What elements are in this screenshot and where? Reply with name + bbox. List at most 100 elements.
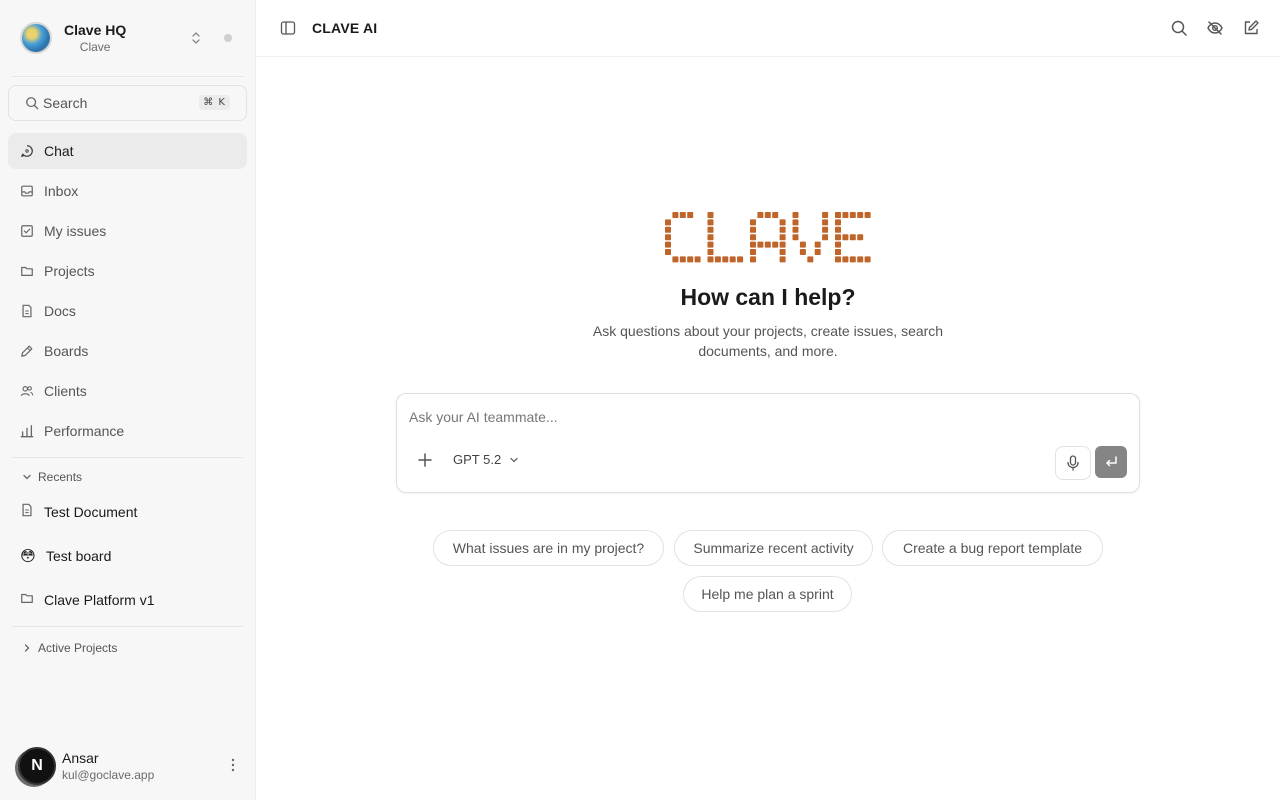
logo-block bbox=[814, 241, 821, 248]
user-profile[interactable]: N Ansar kul@goclave.app bbox=[0, 732, 255, 800]
logo-block bbox=[750, 256, 756, 263]
recent-item-label: Clave Platform v1 bbox=[44, 592, 155, 608]
sidebar-item-label: My issues bbox=[44, 223, 107, 239]
logo-block bbox=[772, 241, 779, 248]
sidebar-item-label: Chat bbox=[44, 143, 74, 159]
recent-item-test-document[interactable]: Test Document bbox=[8, 494, 247, 530]
logo-block bbox=[842, 212, 849, 218]
divider bbox=[12, 457, 243, 458]
sidebar-item-label: Clients bbox=[44, 383, 87, 399]
chat-input[interactable] bbox=[409, 406, 1109, 428]
plus-icon[interactable] bbox=[415, 450, 435, 470]
logo-block bbox=[857, 212, 864, 218]
send-button[interactable] bbox=[1095, 446, 1127, 478]
suggestion-chip[interactable]: Summarize recent activity bbox=[674, 530, 873, 566]
logo-block bbox=[707, 234, 714, 241]
recent-item-label: Test Document bbox=[44, 504, 138, 520]
logo-block bbox=[707, 226, 714, 233]
sidebar-item-performance[interactable]: Performance bbox=[8, 413, 247, 449]
microphone-icon bbox=[1067, 455, 1079, 471]
logo-block bbox=[835, 226, 841, 233]
logo-block bbox=[707, 212, 714, 218]
sidebar-item-boards[interactable]: Boards bbox=[8, 333, 247, 369]
page-title: CLAVE AI bbox=[312, 20, 378, 36]
logo-block bbox=[814, 249, 821, 255]
logo-block bbox=[750, 226, 756, 233]
suggestion-chip[interactable]: What issues are in my project? bbox=[433, 530, 664, 566]
logo-block bbox=[822, 212, 829, 218]
logo-block bbox=[694, 256, 701, 263]
logo-block bbox=[822, 234, 829, 241]
logo-block bbox=[857, 256, 864, 263]
search-bar[interactable]: Search ⌘ K bbox=[8, 85, 247, 121]
workspace-switcher[interactable]: Clave HQ Clave bbox=[0, 0, 255, 76]
sidebar-item-label: Inbox bbox=[44, 183, 79, 199]
logo-block bbox=[665, 234, 671, 241]
sidebar-item-label: Docs bbox=[44, 303, 76, 319]
sidebar-item-clients[interactable]: Clients bbox=[8, 373, 247, 409]
chevron-down-icon bbox=[510, 457, 518, 462]
logo-block bbox=[687, 212, 694, 218]
recent-item-test-board[interactable]: 😳 Test board bbox=[8, 538, 247, 574]
logo-block bbox=[750, 234, 756, 241]
chat-composer: GPT 5.2 bbox=[396, 393, 1140, 493]
logo-block bbox=[792, 226, 799, 233]
active-projects-title: Active Projects bbox=[38, 641, 118, 655]
active-projects-section-header[interactable]: Active Projects bbox=[0, 635, 255, 661]
logo-block bbox=[772, 212, 779, 218]
sidebar-item-label: Projects bbox=[44, 263, 95, 279]
pen-icon bbox=[20, 344, 34, 358]
logo-block bbox=[707, 219, 714, 226]
hero: How can I help? Ask questions about your… bbox=[256, 210, 1280, 361]
logo-block bbox=[864, 256, 871, 263]
logo-block bbox=[764, 212, 771, 218]
sidebar-item-inbox[interactable]: Inbox bbox=[8, 173, 247, 209]
sidebar-item-label: Boards bbox=[44, 343, 89, 359]
topbar: CLAVE AI bbox=[256, 0, 1280, 57]
checkbox-icon bbox=[20, 224, 34, 238]
sidebar-item-my-issues[interactable]: My issues bbox=[8, 213, 247, 249]
eye-off-icon[interactable] bbox=[1206, 19, 1224, 37]
users-icon bbox=[20, 384, 34, 398]
sidebar: Clave HQ Clave Search ⌘ K Chat Inbox My … bbox=[0, 0, 256, 800]
hero-title: How can I help? bbox=[680, 284, 856, 310]
logo-block bbox=[849, 212, 856, 218]
clave-logo bbox=[665, 212, 871, 263]
logo-block bbox=[687, 256, 694, 263]
search-icon[interactable] bbox=[1170, 19, 1188, 37]
recent-item-clave-platform[interactable]: Clave Platform v1 bbox=[8, 582, 247, 618]
user-text: Ansar kul@goclave.app bbox=[62, 749, 154, 783]
logo-block bbox=[822, 226, 829, 233]
sidebar-toggle-icon[interactable] bbox=[280, 20, 296, 36]
chevron-up-down-icon[interactable] bbox=[190, 30, 202, 46]
chat-icon bbox=[20, 144, 34, 158]
logo-block bbox=[764, 241, 771, 248]
sidebar-item-docs[interactable]: Docs bbox=[8, 293, 247, 329]
logo-block bbox=[842, 234, 849, 241]
logo-block bbox=[799, 241, 806, 248]
sidebar-item-chat[interactable]: Chat bbox=[8, 133, 247, 169]
logo-block bbox=[779, 219, 786, 226]
logo-block bbox=[672, 256, 679, 263]
sidebar-item-projects[interactable]: Projects bbox=[8, 253, 247, 289]
logo-block bbox=[799, 249, 806, 255]
suggestion-chip[interactable]: Help me plan a sprint bbox=[683, 576, 852, 612]
search-shortcut-badge: ⌘ K bbox=[199, 95, 230, 110]
bar-chart-icon bbox=[20, 424, 34, 438]
status-dot bbox=[224, 34, 232, 42]
logo-block bbox=[864, 212, 871, 218]
model-selector[interactable]: GPT 5.2 bbox=[453, 452, 519, 467]
logo-block bbox=[679, 256, 686, 263]
logo-block bbox=[665, 226, 671, 233]
microphone-button[interactable] bbox=[1055, 446, 1091, 480]
suggestion-chip[interactable]: Create a bug report template bbox=[882, 530, 1103, 566]
logo-block bbox=[857, 234, 864, 241]
logo-block bbox=[750, 249, 756, 255]
logo-block bbox=[665, 219, 671, 226]
search-label: Search bbox=[43, 95, 88, 111]
more-vertical-icon[interactable] bbox=[231, 758, 235, 772]
recents-section-header[interactable]: Recents bbox=[0, 464, 255, 490]
logo-block bbox=[792, 234, 799, 241]
chevron-right-icon bbox=[24, 644, 30, 652]
edit-icon[interactable] bbox=[1242, 19, 1260, 37]
